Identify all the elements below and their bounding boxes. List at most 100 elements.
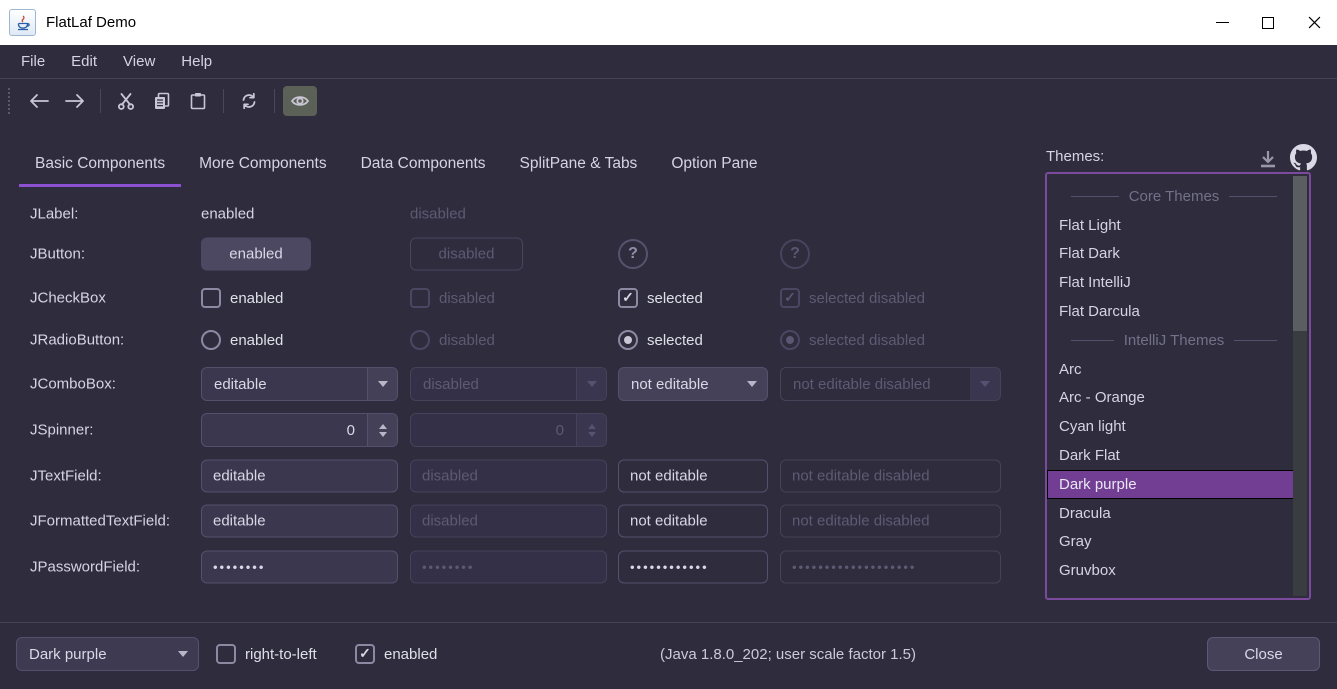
- refresh-icon[interactable]: [232, 86, 266, 116]
- jlabel-row-label: JLabel:: [30, 206, 78, 223]
- help-button[interactable]: ?: [618, 239, 648, 269]
- formatted-textfield-disabled: disabled: [410, 505, 607, 538]
- scrollbar-thumb[interactable]: [1293, 176, 1307, 331]
- theme-item-arc-orange[interactable]: Arc - Orange: [1047, 384, 1287, 413]
- themes-label: Themes:: [1046, 148, 1104, 165]
- theme-item-dracula[interactable]: Dracula: [1047, 499, 1287, 528]
- chevron-down-icon[interactable]: [367, 368, 397, 400]
- close-button[interactable]: Close: [1207, 637, 1320, 671]
- radio-icon: [410, 330, 430, 350]
- formatted-textfield-not-editable[interactable]: not editable: [618, 505, 768, 538]
- disabled-button: disabled: [410, 238, 523, 271]
- jformattedtextfield-row-label: JFormattedTextField:: [30, 513, 170, 530]
- theme-item-dark-flat[interactable]: Dark Flat: [1047, 441, 1287, 470]
- combobox-editable[interactable]: editable: [201, 367, 398, 401]
- menu-edit[interactable]: Edit: [58, 48, 110, 75]
- chevron-down-icon[interactable]: [737, 368, 767, 400]
- combobox-disabled: disabled: [410, 367, 607, 401]
- jtextfield-row: JTextField: editable disabled not editab…: [0, 458, 1040, 494]
- spinner-arrows-icon: [576, 414, 606, 446]
- theme-group-header: IntelliJ Themes: [1047, 326, 1287, 355]
- toolbar-grip[interactable]: [8, 88, 12, 114]
- github-icon[interactable]: [1290, 144, 1317, 171]
- jtextfield-row-label: JTextField:: [30, 468, 102, 485]
- formatted-textfield-editable[interactable]: editable: [201, 505, 398, 538]
- jlabel-enabled: enabled: [201, 206, 254, 223]
- theme-item-cyan-light[interactable]: Cyan light: [1047, 412, 1287, 441]
- themes-list: Core Themes Flat Light Flat Dark Flat In…: [1045, 172, 1311, 600]
- forward-icon[interactable]: [58, 86, 92, 116]
- jpasswordfield-row: JPasswordField: •••••••• •••••••• ••••••…: [0, 549, 1040, 585]
- enabled-checkbox[interactable]: enabled: [355, 644, 437, 664]
- password-field-not-editable[interactable]: ••••••••••••: [618, 551, 768, 584]
- radio-selected-icon: [780, 330, 800, 350]
- toolbar-separator: [100, 89, 101, 113]
- tab-data-components[interactable]: Data Components: [345, 140, 502, 187]
- checkbox-disabled: disabled: [410, 288, 495, 308]
- tab-basic-components[interactable]: Basic Components: [19, 140, 181, 187]
- jcombobox-row-label: JComboBox:: [30, 376, 116, 393]
- spinner-arrows-icon[interactable]: [367, 414, 397, 446]
- menu-file[interactable]: File: [8, 48, 58, 75]
- password-field-disabled: ••••••••: [410, 551, 607, 584]
- theme-item-flat-dark[interactable]: Flat Dark: [1047, 240, 1287, 269]
- menu-help[interactable]: Help: [168, 48, 225, 75]
- toolbar-separator: [274, 89, 275, 113]
- textfield-not-editable[interactable]: not editable: [618, 460, 768, 493]
- jpasswordfield-row-label: JPasswordField:: [30, 559, 140, 576]
- radio-icon: [201, 330, 221, 350]
- radio-selected-icon: [618, 330, 638, 350]
- jbutton-row-label: JButton:: [30, 246, 85, 263]
- back-icon[interactable]: [22, 86, 56, 116]
- enabled-button[interactable]: enabled: [201, 238, 311, 271]
- maximize-icon[interactable]: [1245, 0, 1291, 45]
- themes-scrollbar[interactable]: [1293, 176, 1307, 596]
- formatted-textfield-not-editable-disabled: not editable disabled: [780, 505, 1001, 538]
- menu-view[interactable]: View: [110, 48, 168, 75]
- radio-enabled[interactable]: enabled: [201, 330, 283, 350]
- checkbox-icon: [410, 288, 430, 308]
- window-title: FlatLaf Demo: [46, 14, 136, 31]
- jcombobox-row: JComboBox: editable disabled not editabl…: [0, 366, 1040, 402]
- theme-item-flat-intellij[interactable]: Flat IntelliJ: [1047, 268, 1287, 297]
- theme-item-arc[interactable]: Arc: [1047, 355, 1287, 384]
- jlabel-row: JLabel: enabled disabled: [0, 196, 1040, 232]
- checkbox-enabled[interactable]: enabled: [201, 288, 283, 308]
- theme-select-combobox[interactable]: Dark purple: [16, 637, 199, 671]
- password-field-editable[interactable]: ••••••••: [201, 551, 398, 584]
- checkbox-checked-icon: [618, 288, 638, 308]
- chevron-down-icon: [576, 368, 606, 400]
- show-eye-icon[interactable]: [283, 86, 317, 116]
- tab-option-pane[interactable]: Option Pane: [655, 140, 773, 187]
- spinner-enabled[interactable]: 0: [201, 413, 398, 447]
- checkbox-selected[interactable]: selected: [618, 288, 703, 308]
- checkbox-icon: [216, 644, 236, 664]
- theme-item-gruvbox[interactable]: Gruvbox: [1047, 556, 1287, 585]
- jlabel-disabled: disabled: [410, 206, 466, 223]
- right-to-left-checkbox[interactable]: right-to-left: [216, 644, 317, 664]
- java-cup-icon: [9, 9, 36, 36]
- window-controls: [1199, 0, 1337, 45]
- textfield-editable[interactable]: editable: [201, 460, 398, 493]
- close-icon[interactable]: [1291, 0, 1337, 45]
- radio-selected[interactable]: selected: [618, 330, 703, 350]
- chevron-down-icon[interactable]: [168, 638, 198, 670]
- spinner-disabled: 0: [410, 413, 607, 447]
- cut-icon[interactable]: [109, 86, 143, 116]
- download-icon[interactable]: [1256, 147, 1280, 171]
- password-field-not-editable-disabled: •••••••••••••••••••: [780, 551, 1001, 584]
- theme-item-flat-darcula[interactable]: Flat Darcula: [1047, 297, 1287, 326]
- copy-icon[interactable]: [145, 86, 179, 116]
- theme-item-dark-purple[interactable]: Dark purple: [1047, 470, 1303, 499]
- combobox-not-editable[interactable]: not editable: [618, 367, 768, 401]
- radio-selected-disabled: selected disabled: [780, 330, 925, 350]
- checkbox-selected-disabled: selected disabled: [780, 288, 925, 308]
- chevron-down-icon: [970, 368, 1000, 400]
- tab-more-components[interactable]: More Components: [183, 140, 343, 187]
- minimize-icon[interactable]: [1199, 0, 1245, 45]
- theme-item-gray[interactable]: Gray: [1047, 528, 1287, 557]
- tab-splitpane-tabs[interactable]: SplitPane & Tabs: [504, 140, 654, 187]
- paste-icon[interactable]: [181, 86, 215, 116]
- theme-item-flat-light[interactable]: Flat Light: [1047, 211, 1287, 240]
- flatlaf-demo-window: FlatLaf Demo File Edit View Help: [0, 0, 1337, 689]
